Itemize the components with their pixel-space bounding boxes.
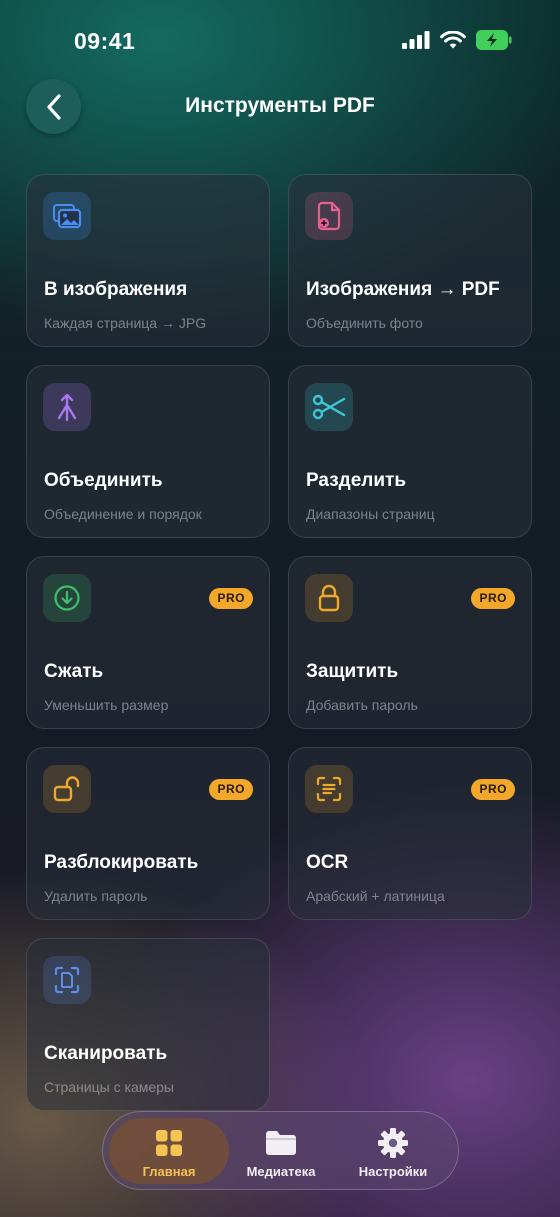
tool-title: Разблокировать	[44, 852, 199, 873]
tool-title: Защитить	[306, 661, 399, 682]
tab-label: Главная	[142, 1164, 196, 1179]
tool-icon-box	[305, 574, 353, 622]
tool-icon-box	[43, 956, 91, 1004]
text-scan-icon	[316, 776, 342, 802]
wifi-icon	[440, 30, 466, 48]
tool-subtitle: Арабский + латиница	[306, 888, 445, 904]
page-title: Инструменты PDF	[185, 94, 375, 117]
tab-label: Настройки	[358, 1164, 428, 1179]
scissors-icon	[312, 394, 346, 420]
merge-icon	[57, 393, 77, 422]
tool-title: Сжать	[44, 661, 104, 682]
tool-subtitle: Удалить пароль	[44, 888, 148, 904]
tool-title: Изображения → PDF	[306, 279, 500, 300]
tool-icon-box	[43, 192, 91, 240]
tool-icon-box	[305, 192, 353, 240]
tab-settings[interactable]: Настройки	[333, 1118, 453, 1184]
tool-icon-box	[43, 765, 91, 813]
folder-icon	[266, 1131, 296, 1155]
unlock-icon	[53, 776, 80, 802]
tool-card-scan[interactable]: Сканировать Страницы с камеры	[26, 938, 270, 1111]
add-document-icon	[317, 201, 341, 231]
tool-card-compress[interactable]: PRO Сжать Уменьшить размер	[26, 556, 270, 729]
tool-icon-box	[43, 574, 91, 622]
tool-subtitle: Каждая страница → JPG	[44, 315, 207, 331]
lock-icon	[318, 584, 340, 612]
status-bar: 09:41	[0, 0, 560, 80]
tool-subtitle: Объединение и порядок	[44, 506, 202, 522]
pro-badge: PRO	[209, 779, 253, 800]
tool-card-split[interactable]: Разделить Диапазоны страниц	[288, 365, 532, 538]
tool-card-merge[interactable]: Объединить Объединение и порядок	[26, 365, 270, 538]
tool-subtitle: Добавить пароль	[306, 697, 418, 713]
tool-title: Сканировать	[44, 1043, 168, 1064]
tool-card-unlock[interactable]: PRO Разблокировать Удалить пароль	[26, 747, 270, 920]
tool-card-protect[interactable]: PRO Защитить Добавить пароль	[288, 556, 532, 729]
status-time: 09:41	[74, 28, 136, 54]
tab-home[interactable]: Главная	[109, 1118, 229, 1184]
tool-subtitle: Страницы с камеры	[44, 1079, 174, 1095]
tool-card-images-to-pdf[interactable]: Изображения → PDF Объединить фото	[288, 174, 532, 347]
tool-subtitle: Объединить фото	[306, 315, 423, 331]
pro-badge: PRO	[471, 588, 515, 609]
tool-subtitle: Уменьшить размер	[44, 697, 169, 713]
document-scan-icon	[54, 966, 80, 994]
pro-badge: PRO	[209, 588, 253, 609]
tool-card-to-images[interactable]: В изображения Каждая страница → JPG	[26, 174, 270, 347]
pro-badge: PRO	[471, 779, 515, 800]
tool-title: OCR	[306, 852, 349, 873]
tool-subtitle: Диапазоны страниц	[306, 506, 435, 522]
status-icons	[402, 30, 512, 50]
tool-icon-box	[305, 765, 353, 813]
tool-icon-box	[305, 383, 353, 431]
tab-label: Медиатека	[246, 1164, 316, 1179]
gear-icon	[378, 1128, 408, 1158]
battery-icon	[476, 30, 512, 50]
tab-library[interactable]: Медиатека	[221, 1118, 341, 1184]
grid-icon	[156, 1130, 182, 1156]
tab-bar: Главная Медиатека Настройки	[102, 1111, 459, 1190]
signal-icon	[402, 31, 430, 49]
tool-title: В изображения	[44, 279, 188, 300]
tool-card-ocr[interactable]: PRO OCR Арабский + латиница	[288, 747, 532, 920]
download-circle-icon	[54, 585, 80, 611]
tool-title: Объединить	[44, 470, 163, 491]
tool-title: Разделить	[306, 470, 407, 491]
tool-icon-box	[43, 383, 91, 431]
image-icon	[53, 204, 82, 229]
